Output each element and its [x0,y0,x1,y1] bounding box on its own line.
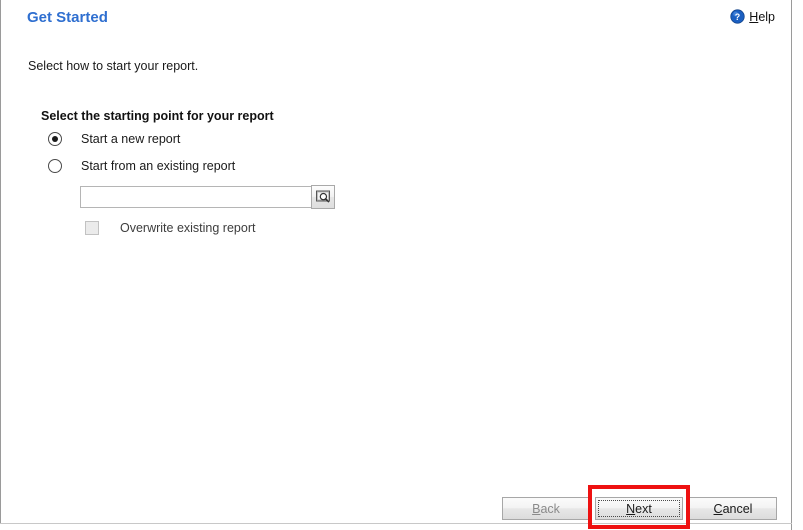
next-button[interactable]: Next [595,497,683,520]
radio-option-start-new-report[interactable]: Start a new report [48,132,180,146]
page-title: Get Started [27,9,108,26]
radio-label-start-existing-report: Start from an existing report [81,159,236,173]
radio-option-start-existing-report[interactable]: Start from an existing report [48,159,235,173]
window-border-right [791,0,792,530]
radio-start-new-report[interactable] [48,132,62,146]
cancel-rest-letters: ancel [722,501,753,516]
radio-label-start-new-report: Start a new report [81,132,181,146]
back-rest-letters: ack [540,501,560,516]
footer-button-bar: Back Next Cancel [0,490,792,523]
help-accel-letter: H [749,9,759,24]
overwrite-existing-report-checkbox[interactable] [85,221,99,235]
help-rest-letters: elp [758,9,775,24]
back-button[interactable]: Back [502,497,590,520]
help-link[interactable]: ? Help [730,9,775,24]
get-started-wizard-page: Get Started ? Help Select how to start y… [0,0,803,530]
browse-report-button[interactable] [311,185,335,209]
existing-report-picker [80,185,335,209]
radio-start-existing-report[interactable] [48,159,62,173]
instruction-text: Select how to start your report. [28,59,199,73]
cancel-button[interactable]: Cancel [689,497,777,520]
window-border-left [0,0,1,524]
svg-text:?: ? [735,12,740,22]
existing-report-input[interactable] [80,186,311,208]
next-rest-letters: ext [635,501,652,516]
help-label: Help [749,10,775,24]
next-accel-letter: N [626,501,636,516]
overwrite-existing-report-label: Overwrite existing report [120,221,256,235]
group-label: Select the starting point for your repor… [41,109,274,123]
cancel-accel-letter: C [713,501,723,516]
window-border-bottom [0,523,792,524]
browse-magnifier-icon [315,189,331,205]
help-circle-icon: ? [730,9,745,24]
overwrite-existing-report-row[interactable]: Overwrite existing report [85,221,255,235]
